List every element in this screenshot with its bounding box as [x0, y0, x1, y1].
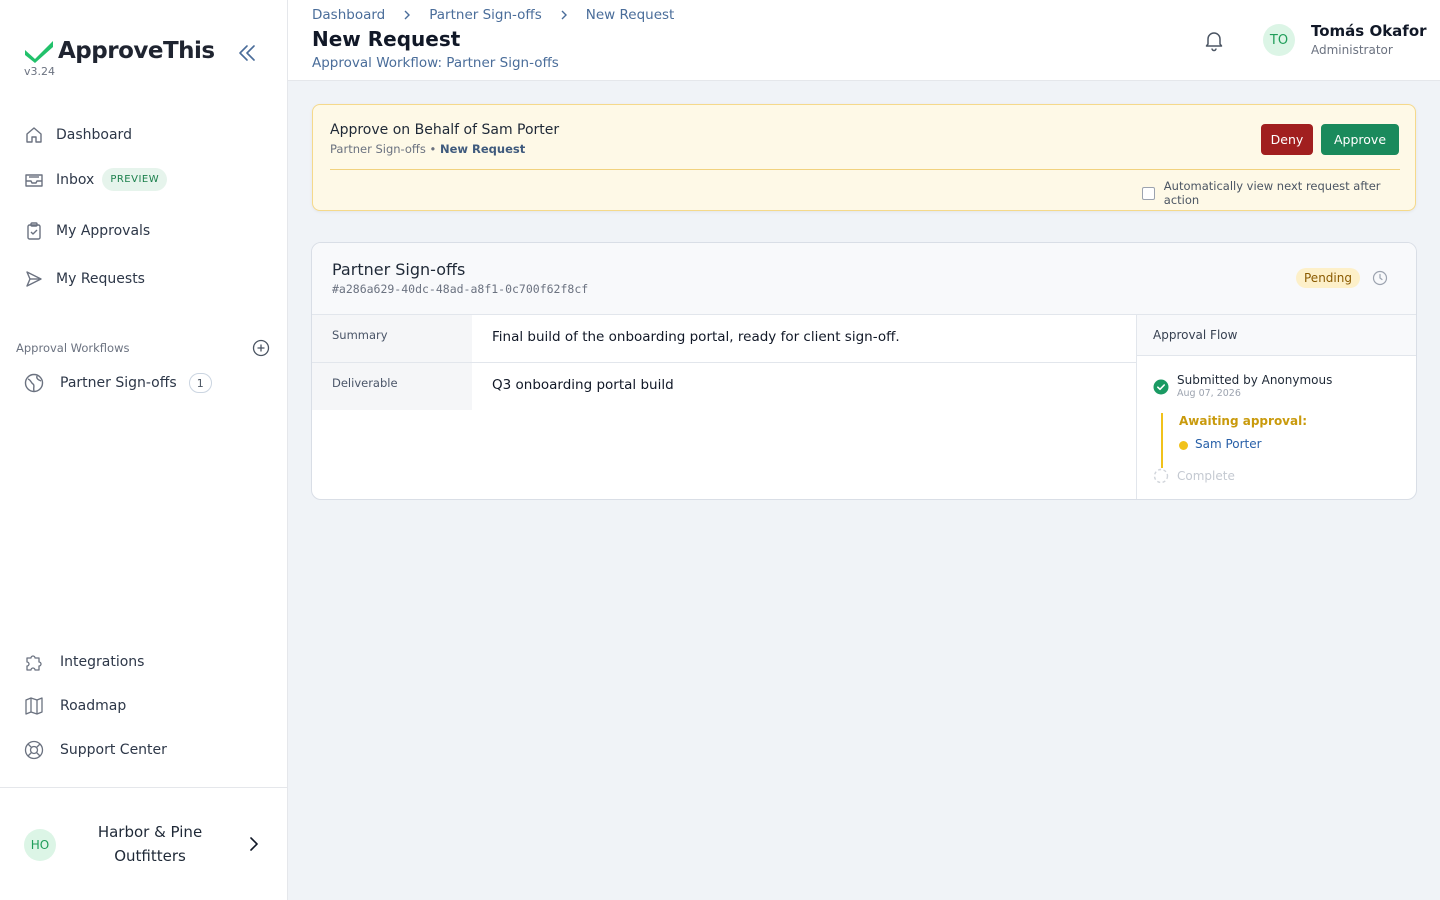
collapse-sidebar-icon[interactable] — [236, 42, 258, 64]
auto-next-checkbox[interactable] — [1142, 186, 1155, 200]
sidebar-item-label: Inbox — [56, 171, 95, 188]
request-workflow-title: Partner Sign-offs — [332, 260, 466, 279]
organization-switcher[interactable]: HO Harbor & Pine Outfitters — [0, 787, 287, 900]
breadcrumb-partner-sign-offs[interactable]: Partner Sign-offs — [429, 7, 542, 23]
pending-dot-icon — [1179, 441, 1188, 450]
top-header: Dashboard Partner Sign-offs New Request … — [288, 0, 1440, 81]
app-name: ApproveThis — [58, 38, 215, 64]
pending-spinner-icon — [1153, 468, 1169, 484]
flow-complete-label: Complete — [1177, 469, 1235, 483]
map-icon — [24, 696, 44, 716]
notifications-bell-icon[interactable] — [1202, 28, 1226, 52]
banner-subtitle: Partner Sign-offs • New Request — [330, 142, 525, 156]
user-name[interactable]: Tomás Okafor — [1311, 22, 1427, 40]
sidebar-item-my-approvals[interactable]: My Approvals — [24, 221, 150, 241]
breadcrumb: Dashboard Partner Sign-offs New Request — [312, 7, 674, 23]
breadcrumb-new-request: New Request — [585, 7, 675, 23]
sidebar-item-label: Integrations — [60, 654, 145, 670]
app-version: v3.24 — [24, 65, 56, 78]
sidebar-item-roadmap[interactable]: Roadmap — [24, 696, 126, 716]
approval-flow-panel: Approval Flow Submitted by Anonymous Aug… — [1136, 315, 1416, 499]
banner-separator: • — [425, 142, 440, 156]
sidebar: ApproveThis v3.24 Dashboard Inbox PREVIE… — [0, 0, 288, 900]
banner-workflow-name: Partner Sign-offs — [330, 142, 426, 156]
sidebar-item-label: My Requests — [56, 271, 145, 287]
field-row-deliverable: Deliverable Q3 onboarding portal build — [312, 363, 1136, 411]
flow-submitted-date: Aug 07, 2026 — [1177, 388, 1241, 399]
user-avatar[interactable]: TO — [1263, 24, 1295, 56]
auto-next-toggle[interactable]: Automatically view next request after ac… — [1142, 179, 1415, 207]
sidebar-item-my-requests[interactable]: My Requests — [24, 269, 145, 289]
flow-approver[interactable]: Sam Porter — [1195, 437, 1262, 451]
puzzle-icon — [24, 652, 44, 672]
approval-workflows-label: Approval Workflows — [16, 341, 130, 355]
flow-connector-line — [1161, 413, 1163, 468]
auto-next-label: Automatically view next request after ac… — [1163, 179, 1381, 207]
clipboard-check-icon — [24, 221, 44, 241]
add-workflow-icon[interactable] — [252, 339, 270, 357]
home-icon — [24, 125, 44, 145]
preview-badge: PREVIEW — [102, 168, 168, 191]
globe-icon — [24, 373, 44, 393]
approve-button[interactable]: Approve — [1321, 124, 1399, 155]
request-card: Partner Sign-offs #a286a629-40dc-48ad-a8… — [311, 242, 1417, 500]
sidebar-item-label: Roadmap — [60, 698, 127, 714]
approval-flow-title: Approval Flow — [1137, 315, 1416, 356]
app-logo[interactable]: ApproveThis — [24, 38, 215, 64]
sidebar-item-label: Partner Sign-offs — [60, 375, 177, 391]
chevron-right-icon — [561, 10, 567, 20]
approve-on-behalf-banner: Approve on Behalf of Sam Porter Partner … — [312, 104, 1416, 211]
sidebar-item-label: Support Center — [60, 742, 167, 758]
send-icon — [24, 269, 44, 289]
field-value: Q3 onboarding portal build — [492, 377, 674, 393]
flow-submitted-by: Submitted by Anonymous — [1177, 373, 1333, 387]
page-title: New Request — [312, 27, 461, 51]
breadcrumb-dashboard[interactable]: Dashboard — [312, 7, 385, 23]
field-value: Final build of the onboarding portal, re… — [492, 329, 900, 345]
status-badge: Pending — [1296, 268, 1360, 288]
banner-title: Approve on Behalf of Sam Porter — [330, 122, 560, 138]
field-row-summary: Summary Final build of the onboarding po… — [312, 315, 1136, 363]
org-name: Harbor & Pine Outfitters — [97, 823, 203, 865]
history-clock-icon[interactable] — [1372, 270, 1388, 286]
sidebar-item-inbox[interactable]: Inbox PREVIEW — [24, 168, 168, 191]
field-label: Deliverable — [312, 363, 472, 410]
sidebar-item-label: Dashboard — [56, 127, 132, 143]
user-role: Administrator — [1311, 43, 1393, 57]
page-subtitle: Approval Workflow: Partner Sign-offs — [312, 55, 559, 71]
org-avatar: HO — [24, 829, 56, 861]
inbox-icon — [24, 170, 44, 190]
sidebar-item-support-center[interactable]: Support Center — [24, 740, 167, 760]
field-label: Summary — [312, 315, 472, 362]
banner-divider — [330, 169, 1400, 170]
check-circle-icon — [1153, 379, 1169, 395]
request-id: #a286a629-40dc-48ad-a8f1-0c700f62f8cf — [332, 282, 589, 296]
workflow-count-badge: 1 — [188, 373, 212, 393]
lifebuoy-icon — [24, 740, 44, 760]
sidebar-item-dashboard[interactable]: Dashboard — [24, 125, 132, 145]
chevron-right-icon — [404, 10, 411, 20]
request-card-header: Partner Sign-offs #a286a629-40dc-48ad-a8… — [312, 243, 1416, 315]
sidebar-item-partner-sign-offs[interactable]: Partner Sign-offs 1 — [24, 373, 212, 393]
flow-awaiting-label: Awaiting approval: — [1179, 414, 1308, 428]
sidebar-item-integrations[interactable]: Integrations — [24, 652, 144, 672]
banner-request-name: New Request — [439, 142, 526, 156]
logo-check-icon — [25, 41, 53, 63]
sidebar-item-label: My Approvals — [56, 223, 151, 239]
chevron-right-icon[interactable] — [244, 835, 262, 853]
deny-button[interactable]: Deny — [1261, 124, 1313, 155]
